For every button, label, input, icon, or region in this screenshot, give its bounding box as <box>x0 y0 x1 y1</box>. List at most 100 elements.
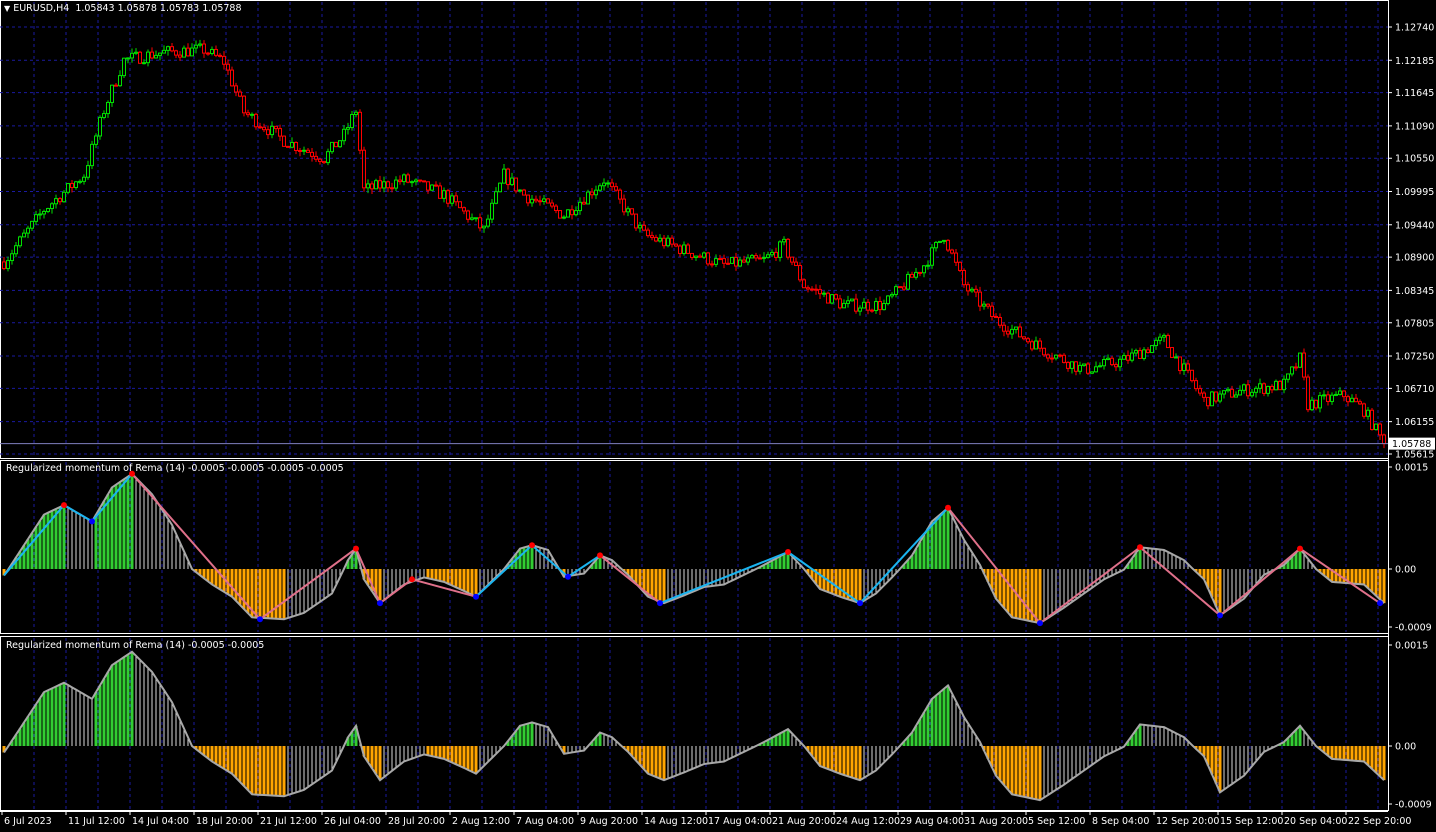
candle-bullish <box>1238 389 1242 396</box>
candle-bearish <box>310 151 314 157</box>
zigzag-peak-dot <box>409 576 415 583</box>
ohlc-values: 1.05843 1.05878 1.05783 1.05788 <box>75 3 242 14</box>
candle-bullish <box>102 113 106 118</box>
zigzag-trough-dot <box>377 600 383 607</box>
candle-bullish <box>98 116 102 137</box>
time-tick-label: 15 Sep 12:00 <box>1220 816 1283 827</box>
zigzag-peak-dot <box>353 545 359 552</box>
candle-bearish <box>1194 380 1198 390</box>
candle-bearish <box>434 184 438 187</box>
candle-bearish <box>994 315 998 319</box>
candle-bearish <box>314 155 318 160</box>
candle-bearish <box>1206 396 1210 407</box>
candle-bullish <box>166 46 170 51</box>
candle-bullish <box>862 301 866 309</box>
candle-bearish <box>238 91 242 97</box>
chart-canvas[interactable]: 1.12740 1.12185 1.11645 1.11090 1.10550 1.099… <box>0 0 1436 832</box>
time-tick-label: 21 Aug 20:00 <box>772 816 836 827</box>
candle-bearish <box>978 291 982 307</box>
candle-bullish <box>210 48 214 55</box>
candle-bullish <box>1150 345 1154 354</box>
candle-bearish <box>358 111 362 151</box>
candle-bullish <box>890 293 894 297</box>
candle-bullish <box>1034 340 1038 350</box>
candle-bearish <box>1294 366 1298 369</box>
candle-bearish <box>814 288 818 291</box>
price-tick-label: 1.06710 <box>1395 384 1434 395</box>
candle-bearish <box>222 55 226 65</box>
time-tick-label: 20 Sep 04:00 <box>1284 816 1347 827</box>
candle-bearish <box>266 129 270 136</box>
candle-bearish <box>878 301 882 311</box>
candle-bearish <box>794 261 798 267</box>
panel-frame-0 <box>0 0 1389 459</box>
candle-bearish <box>438 185 442 199</box>
candle-bullish <box>638 224 642 229</box>
candle-bullish <box>10 253 14 262</box>
time-tick-label: 6 Jul 2023 <box>4 816 52 827</box>
price-tick-label: 1.05615 <box>1395 450 1434 461</box>
candle-bearish <box>870 309 874 312</box>
candle-bullish <box>830 294 834 304</box>
candle-bullish <box>1142 349 1146 359</box>
candle-bullish <box>922 265 926 274</box>
candle-bullish <box>22 232 26 238</box>
candle-bearish <box>966 284 970 292</box>
time-tick-label: 24 Aug 12:00 <box>836 816 900 827</box>
candle-bullish <box>470 217 474 220</box>
candle-bullish <box>1134 350 1138 354</box>
candle-bearish <box>834 294 838 300</box>
candle-bullish <box>6 260 10 270</box>
price-tick-label: 1.12185 <box>1395 56 1434 67</box>
candle-bullish <box>1334 393 1338 396</box>
candle-bearish <box>910 273 914 278</box>
candle-bearish <box>1050 357 1054 360</box>
candle-bearish <box>838 298 842 309</box>
candle-bullish <box>1082 363 1086 366</box>
candle-bullish <box>714 258 718 265</box>
candle-bearish <box>614 186 618 191</box>
candle-bullish <box>134 51 138 54</box>
candle-bearish <box>458 201 462 209</box>
candle-bullish <box>366 183 370 189</box>
candle-bearish <box>1046 354 1050 359</box>
price-tick-label: 1.08345 <box>1395 286 1434 297</box>
candle-bullish <box>154 54 158 59</box>
candle-bearish <box>1178 356 1182 372</box>
candle-bullish <box>130 52 134 59</box>
candle-bullish <box>110 84 114 103</box>
candle-bearish <box>1358 401 1362 405</box>
zigzag-peak-dot <box>1297 545 1303 552</box>
candle-bullish <box>450 195 454 204</box>
symbol-header: ▼ EURUSD,H4 1.05843 1.05878 1.05783 1.05… <box>4 3 242 14</box>
candle-bearish <box>386 181 390 189</box>
candle-bullish <box>874 301 878 312</box>
candle-bearish <box>558 210 562 219</box>
candle-bearish <box>950 249 954 254</box>
indicator2-title: Regularized momentum of Rema (14) -0.000… <box>6 640 265 651</box>
candle-bullish <box>1226 388 1230 392</box>
candle-bearish <box>634 213 638 229</box>
candle-bullish <box>1242 384 1246 391</box>
candle-bullish <box>682 244 686 254</box>
candle-bearish <box>662 237 666 247</box>
candle-bullish <box>1106 357 1110 360</box>
candle-bearish <box>206 52 210 55</box>
candle-bullish <box>350 114 354 129</box>
time-tick-label: 8 Sep 04:00 <box>1092 816 1149 827</box>
candle-bullish <box>118 75 122 87</box>
candle-bullish <box>1258 383 1262 389</box>
time-tick-label: 26 Jul 04:00 <box>324 816 381 827</box>
candle-bearish <box>426 181 430 191</box>
candle-bullish <box>54 198 58 205</box>
panel-frame-2 <box>0 636 1389 811</box>
candle-bullish <box>1010 328 1014 335</box>
candle-bearish <box>230 69 234 87</box>
candle-bullish <box>666 237 670 247</box>
candle-bullish <box>602 182 606 187</box>
candle-bullish <box>1090 371 1094 374</box>
candle-bullish <box>394 179 398 189</box>
candle-bearish <box>1002 324 1006 332</box>
candle-bearish <box>274 125 278 130</box>
triangle-down-icon[interactable]: ▼ <box>4 4 10 13</box>
